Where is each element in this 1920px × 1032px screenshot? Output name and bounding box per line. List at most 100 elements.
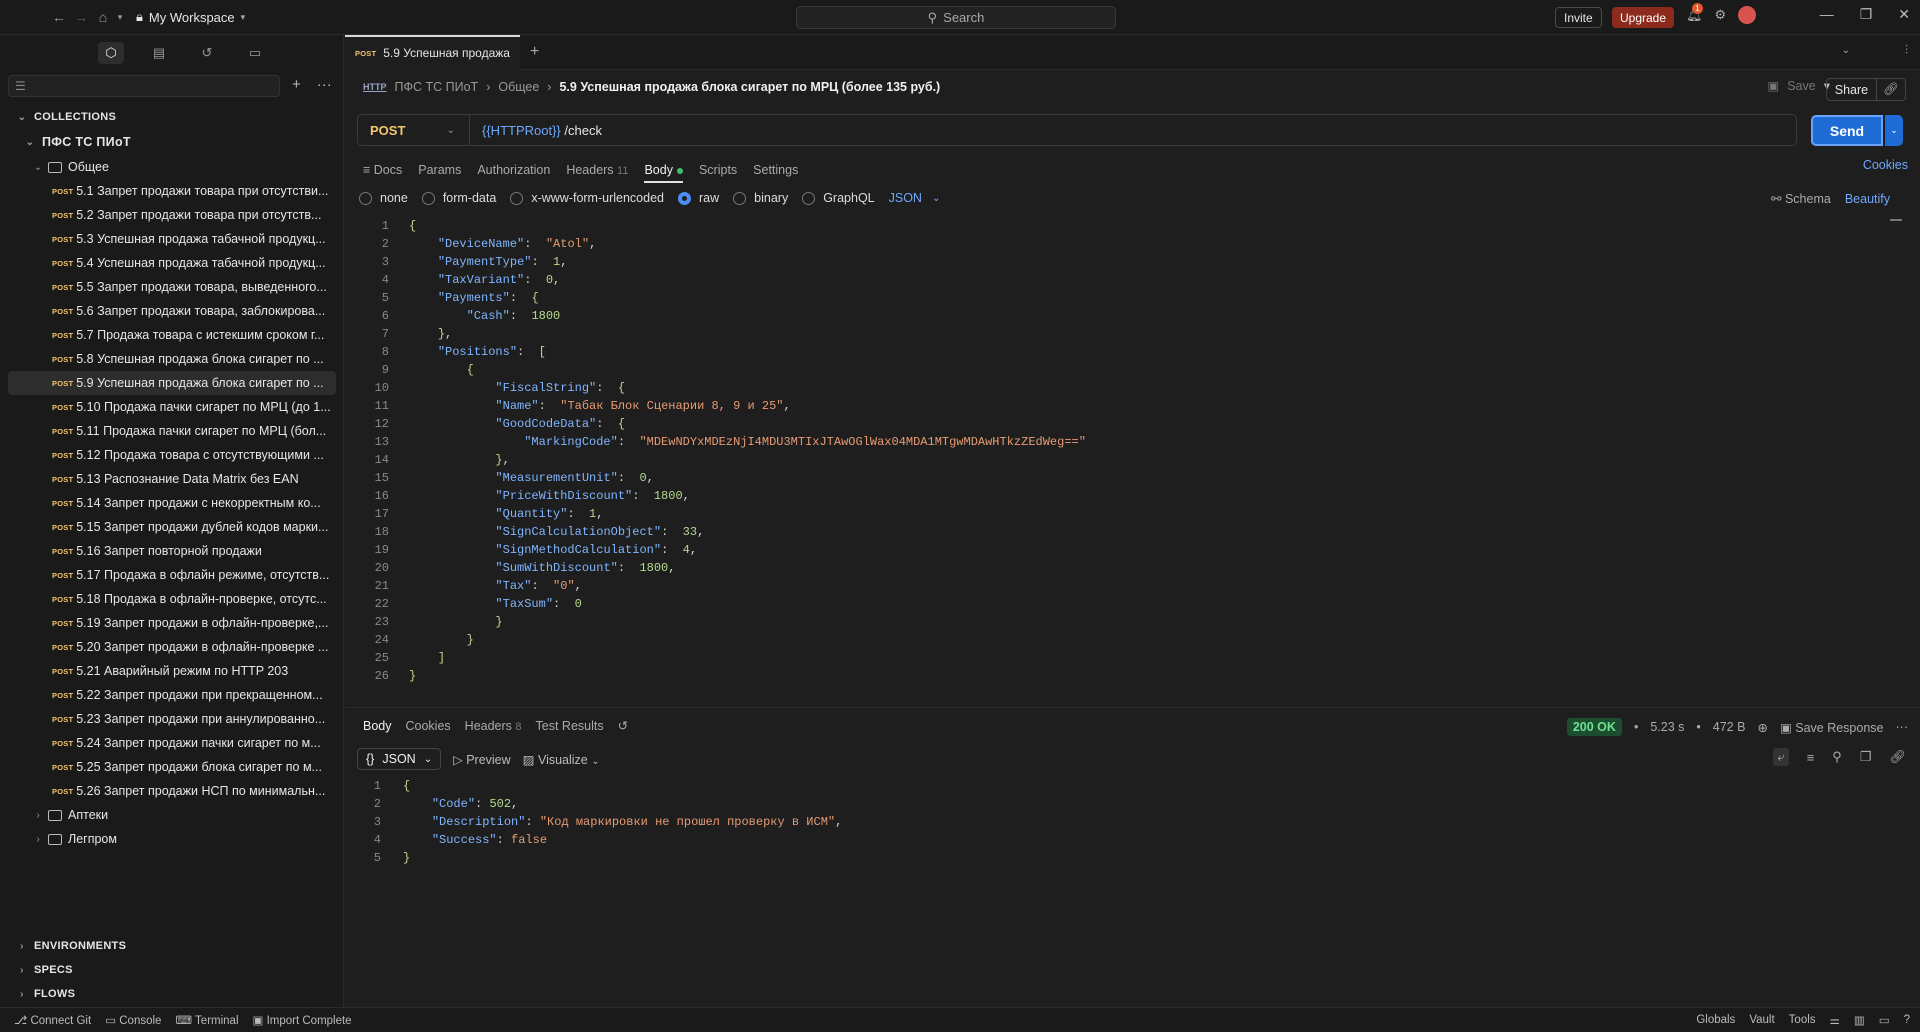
beautify-button[interactable]: Beautify bbox=[1845, 192, 1890, 206]
sidebar-request-item[interactable]: POST 5.18 Продажа в офлайн-проверке, отсу… bbox=[0, 587, 344, 611]
save-response-button[interactable]: ▣ Save Response bbox=[1780, 720, 1884, 735]
collection-row[interactable]: ⌄ ПФС ТС ПИоТ bbox=[24, 135, 131, 149]
sidebar-request-item[interactable]: POST 5.2 Запрет продажи товара при отсутс… bbox=[0, 203, 344, 227]
sidebar-request-item[interactable]: POST 5.12 Продажа товара с отсутствующими… bbox=[0, 443, 344, 467]
specs-section[interactable]: › SPECS bbox=[16, 958, 344, 982]
sidebar-request-item[interactable]: POST 5.20 Запрет продажи в офлайн-проверк… bbox=[0, 635, 344, 659]
breadcrumb-root[interactable]: ПФС ТС ПИоТ bbox=[395, 80, 479, 94]
add-icon[interactable]: + bbox=[292, 76, 301, 93]
send-button[interactable]: Send bbox=[1811, 115, 1883, 146]
globe-icon[interactable]: ⊕ bbox=[1757, 720, 1767, 735]
environments-tab-icon[interactable]: ▤ bbox=[146, 42, 172, 64]
radio-graphql[interactable]: GraphQL bbox=[802, 191, 875, 205]
response-format-select[interactable]: {} JSON ⌄ bbox=[357, 748, 442, 770]
cookies-link[interactable]: Cookies bbox=[1863, 158, 1908, 172]
wrap-icon[interactable]: ⤶ bbox=[1773, 748, 1789, 766]
status-badge[interactable]: 200 OK bbox=[1566, 718, 1622, 736]
home-chevron-icon[interactable]: ▾ bbox=[114, 6, 126, 28]
tab-params[interactable]: Params bbox=[418, 163, 461, 177]
share-button[interactable]: Share bbox=[1827, 79, 1876, 100]
home-icon[interactable]: ⌂ bbox=[92, 6, 114, 28]
bell-icon[interactable]: 🔔︎ 1 bbox=[1686, 3, 1703, 23]
radio-form-data[interactable]: form-data bbox=[421, 191, 496, 205]
tab-authorization[interactable]: Authorization bbox=[477, 163, 550, 177]
terminal-button[interactable]: ⌨ Terminal bbox=[175, 1013, 238, 1027]
raw-format-select[interactable]: JSON ⌄ bbox=[889, 191, 941, 205]
radio-urlencoded[interactable]: x-www-form-urlencoded bbox=[510, 191, 664, 205]
avatar[interactable] bbox=[1738, 6, 1757, 24]
radio-none[interactable]: none bbox=[359, 191, 408, 205]
sidebar-request-item[interactable]: POST 5.17 Продажа в офлайн режиме, отсутс… bbox=[0, 563, 344, 587]
tab-body[interactable]: Body bbox=[644, 163, 683, 183]
sidebar-request-item[interactable]: POST 5.11 Продажа пачки сигарет по МРЦ (б… bbox=[0, 419, 344, 443]
breadcrumb-folder[interactable]: Общее bbox=[498, 80, 539, 94]
back-arrow-icon[interactable]: ← bbox=[48, 6, 70, 28]
sidebar-request-item[interactable]: POST 5.7 Продажа товара с истекшим сроком… bbox=[0, 323, 344, 347]
more-icon[interactable]: ··· bbox=[317, 76, 332, 93]
upgrade-button[interactable]: Upgrade bbox=[1612, 7, 1675, 28]
tabs-dropdown-icon[interactable]: ⌄ bbox=[1842, 45, 1850, 56]
sidebar-request-item[interactable]: POST 5.23 Запрет продажи при аннулированн… bbox=[0, 707, 344, 731]
response-tab-body[interactable]: Body bbox=[363, 719, 392, 733]
sidebar-request-item[interactable]: POST 5.1 Запрет продажи товара при отсутс… bbox=[0, 179, 344, 203]
response-size[interactable]: 472 B bbox=[1713, 720, 1746, 734]
layout-icon[interactable]: ▥ bbox=[1854, 1013, 1865, 1027]
add-tab-icon[interactable]: + bbox=[530, 43, 539, 61]
response-body-viewer[interactable]: 1{2 "Code": 502, 3 "Description": "Код ма… bbox=[357, 777, 1902, 867]
help-icon[interactable]: ? bbox=[1904, 1014, 1910, 1026]
sidebar-request-item[interactable]: POST 5.14 Запрет продажи с некорректным к… bbox=[0, 491, 344, 515]
sidebar-request-item[interactable]: POST 5.15 Запрет продажи дублей кодов мар… bbox=[0, 515, 344, 539]
sidebar-request-item[interactable]: POST 5.4 Успешная продажа табачной продук… bbox=[0, 251, 344, 275]
close-icon[interactable]: ✕ bbox=[1898, 6, 1910, 23]
minimize-icon[interactable]: — bbox=[1820, 6, 1834, 23]
sidebar-request-item[interactable]: POST 5.6 Запрет продажи товара, заблокиро… bbox=[0, 299, 344, 323]
sidebar-request-item[interactable]: POST 5.19 Запрет продажи в офлайн-проверк… bbox=[0, 611, 344, 635]
radio-binary[interactable]: binary bbox=[733, 191, 788, 205]
radio-raw[interactable]: raw bbox=[678, 191, 719, 205]
more-icon[interactable]: ··· bbox=[1896, 720, 1909, 734]
response-tab-headers[interactable]: Headers 8 bbox=[465, 719, 522, 733]
request-title[interactable]: 5.9 Успешная продажа блока сигарет по МР… bbox=[559, 80, 940, 94]
environments-section[interactable]: › ENVIRONMENTS bbox=[16, 934, 344, 958]
sidebar-request-item[interactable]: POST 5.24 Запрет продажи пачки сигарет по… bbox=[0, 731, 344, 755]
save-button[interactable]: Save bbox=[1787, 79, 1816, 93]
tab-headers[interactable]: Headers 11 bbox=[566, 163, 628, 177]
response-tab-cookies[interactable]: Cookies bbox=[406, 719, 451, 733]
sidebar-request-item[interactable]: POST 5.13 Распознание Data Matrix без EAN bbox=[0, 467, 344, 491]
request-body-editor[interactable]: 1{2 "DeviceName": "Atol", 3 "PaymentType"… bbox=[357, 217, 1902, 705]
sidebar-request-item[interactable]: POST 5.3 Успешная продажа табачной продук… bbox=[0, 227, 344, 251]
tab-docs[interactable]: ≡ Docs bbox=[363, 163, 402, 177]
send-dropdown-icon[interactable]: ⌄ bbox=[1885, 115, 1903, 146]
sidebar-request-item[interactable]: POST 5.5 Запрет продажи товара, выведенно… bbox=[0, 275, 344, 299]
search-input[interactable]: ⚲ Search bbox=[796, 6, 1116, 29]
settings-sliders-icon[interactable]: ⚌ bbox=[1830, 1013, 1840, 1027]
history-tab-icon[interactable]: ↺ bbox=[194, 42, 220, 64]
tab-settings[interactable]: Settings bbox=[753, 163, 798, 177]
filter-icon[interactable]: ≡ bbox=[1807, 750, 1815, 765]
layout-icon[interactable]: ⫶ bbox=[1905, 43, 1908, 58]
link-icon[interactable]: 🔗︎ bbox=[1876, 79, 1905, 100]
pane-divider[interactable] bbox=[345, 707, 1920, 708]
connect-git-button[interactable]: ⎇ Connect Git bbox=[14, 1013, 91, 1027]
response-time[interactable]: 5.23 s bbox=[1650, 720, 1684, 734]
request-tab[interactable]: POST 5.9 Успешная продажа bbox=[345, 34, 520, 70]
console-button[interactable]: ▭ Console bbox=[105, 1013, 161, 1027]
collections-tab-icon[interactable]: ⬡ bbox=[98, 42, 124, 64]
response-tab-tests[interactable]: Test Results bbox=[536, 719, 604, 733]
schema-button[interactable]: ⚯ Schema bbox=[1771, 191, 1831, 206]
history-icon[interactable]: ↺ bbox=[618, 718, 628, 733]
editor-scrollbar[interactable] bbox=[1890, 219, 1902, 221]
files-tab-icon[interactable]: ▭ bbox=[242, 42, 268, 64]
globals-button[interactable]: Globals bbox=[1696, 1014, 1735, 1026]
search-icon[interactable]: ⚲ bbox=[1832, 749, 1842, 765]
folder-row[interactable]: ⌄ Общее bbox=[0, 155, 344, 179]
tab-scripts[interactable]: Scripts bbox=[699, 163, 737, 177]
sidebar-request-item[interactable]: POST 5.9 Успешная продажа блока сигарет п… bbox=[8, 371, 336, 395]
import-status[interactable]: ▣ Import Complete bbox=[253, 1013, 352, 1027]
preview-button[interactable]: ▷ Preview bbox=[453, 752, 511, 767]
sidebar-request-item[interactable]: POST 5.8 Успешная продажа блока сигарет п… bbox=[0, 347, 344, 371]
flows-section[interactable]: › FLOWS bbox=[16, 982, 344, 1006]
invite-button[interactable]: Invite bbox=[1555, 7, 1602, 28]
link-icon[interactable]: 🔗︎ bbox=[1889, 749, 1906, 765]
folder-row[interactable]: › Легпром bbox=[0, 827, 344, 851]
